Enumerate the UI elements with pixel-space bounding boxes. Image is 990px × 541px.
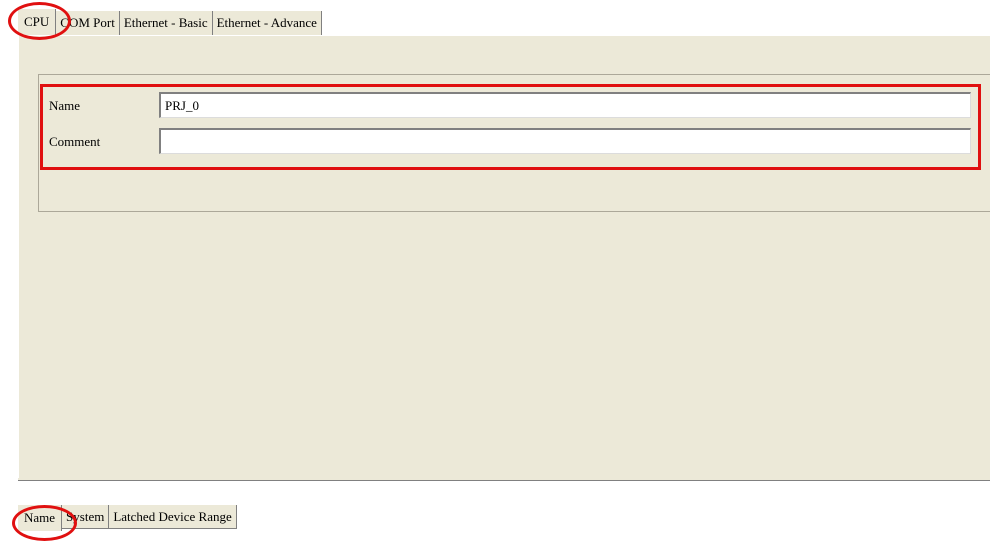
cpu-settings-window: CPU COM Port Ethernet - Basic Ethernet -… <box>0 0 990 541</box>
tab-cpu-label: CPU <box>24 14 50 29</box>
name-group-box: Name Comment <box>38 74 990 212</box>
tab-com-port-label: COM Port <box>60 15 115 30</box>
tab-system-label: System <box>66 508 105 524</box>
tab-com-port[interactable]: COM Port <box>56 11 120 35</box>
bottom-tab-strip: Name System Latched Device Range <box>18 505 237 531</box>
comment-row: Comment <box>49 128 159 156</box>
tab-ethernet-basic-label: Ethernet - Basic <box>123 15 208 30</box>
name-row: Name <box>49 92 159 120</box>
comment-input[interactable] <box>159 128 971 154</box>
tab-cpu[interactable]: CPU <box>18 9 57 35</box>
comment-label: Comment <box>49 134 101 149</box>
top-tab-strip: CPU COM Port Ethernet - Basic Ethernet -… <box>18 9 322 35</box>
name-input[interactable] <box>159 92 971 118</box>
tab-system[interactable]: System <box>62 505 110 529</box>
tab-name-label: Name <box>24 510 56 525</box>
tab-ethernet-basic[interactable]: Ethernet - Basic <box>119 11 213 35</box>
tab-content-panel: Name Comment <box>18 35 990 478</box>
tab-ethernet-advance-label: Ethernet - Advance <box>216 15 317 30</box>
tab-latched-device-range[interactable]: Latched Device Range <box>109 505 237 529</box>
tab-name[interactable]: Name <box>18 505 63 531</box>
tab-latched-device-range-label: Latched Device Range <box>113 508 232 524</box>
name-label: Name <box>49 98 81 113</box>
bottom-divider <box>18 478 990 481</box>
tab-ethernet-advance[interactable]: Ethernet - Advance <box>212 11 322 35</box>
